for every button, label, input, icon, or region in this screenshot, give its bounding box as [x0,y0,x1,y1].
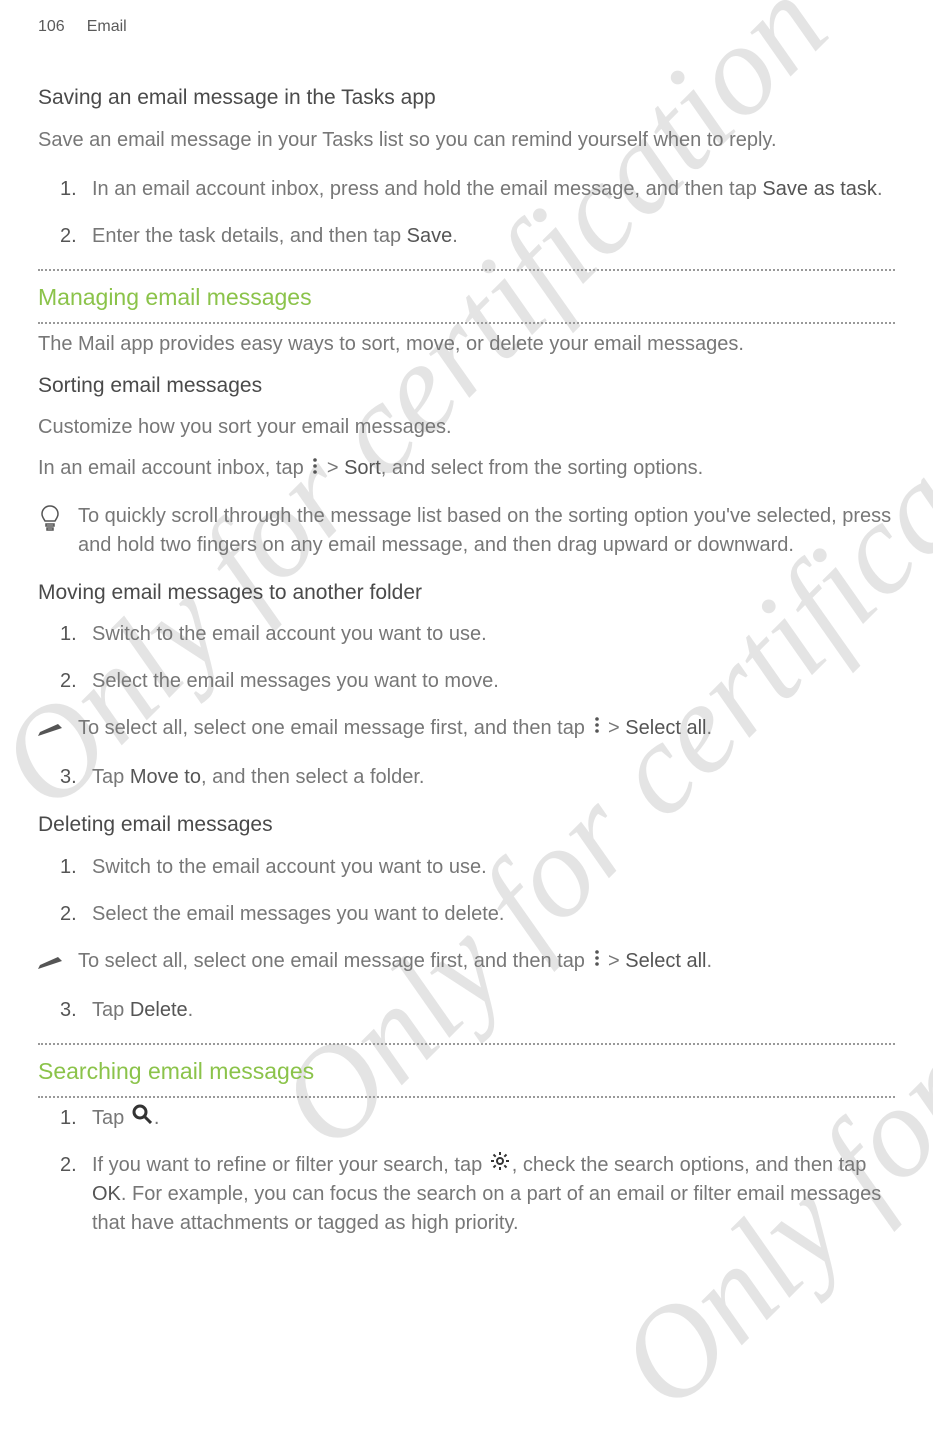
pencil-icon [38,949,62,978]
list-deleting: Switch to the email account you want to … [60,853,895,929]
intro-saving-task: Save an email message in your Tasks list… [38,126,895,155]
page-header: 106 Email [38,15,895,38]
text: , and then select a folder. [201,766,425,788]
list-item: Switch to the email account you want to … [60,853,895,882]
list-item: Tap . [60,1104,895,1133]
tip-text: To select all, select one email message … [78,714,895,743]
text: . [877,178,883,200]
text: Tap [92,999,130,1021]
text: > [321,457,344,479]
list-item: Tap Move to, and then select a folder. [60,763,895,792]
more-icon [311,455,319,484]
bold-text: Save [407,225,453,247]
list-moving-cont: Tap Move to, and then select a folder. [60,763,895,792]
text: . [154,1107,160,1129]
bold-text: OK [92,1183,121,1205]
text: > [603,717,626,739]
text: . [706,717,712,739]
heading-managing: Managing email messages [38,281,895,314]
text: , and select from the sorting options. [381,457,703,479]
bold-text: Sort [344,457,381,479]
text: Enter the task details, and then tap [92,225,407,247]
more-icon [593,947,601,976]
text: If you want to refine or filter your sea… [92,1154,488,1176]
text: > [603,950,626,972]
settings-icon [490,1151,510,1180]
heading-searching: Searching email messages [38,1055,895,1088]
text: . [188,999,194,1021]
subheading-deleting: Deleting email messages [38,810,895,840]
list-item: Select the email messages you want to mo… [60,667,895,696]
bold-text: Save as task [762,178,877,200]
tip-select-all-2: To select all, select one email message … [38,947,895,978]
text: Tap [92,1107,130,1129]
list-deleting-cont: Tap Delete. [60,996,895,1025]
list-saving-task: In an email account inbox, press and hol… [60,175,895,251]
tip-text: To select all, select one email message … [78,947,895,976]
text: . [706,950,712,972]
text: Tap [92,766,130,788]
bold-text: Select all [625,717,706,739]
heading-saving-task: Saving an email message in the Tasks app [38,83,895,113]
bold-text: Move to [130,766,201,788]
page-content: 106 Email Saving an email message in the… [0,0,933,1286]
list-searching: Tap . If you want to refine or filter yo… [60,1104,895,1238]
divider [38,322,895,324]
page-number: 106 [38,15,65,38]
bold-text: Delete [130,999,188,1021]
pencil-icon [38,716,62,745]
text: . [452,225,458,247]
subheading-moving: Moving email messages to another folder [38,578,895,608]
divider [38,1043,895,1045]
bulb-icon [38,504,62,543]
list-item: Enter the task details, and then tap Sav… [60,222,895,251]
text: To select all, select one email message … [78,717,591,739]
list-item: In an email account inbox, press and hol… [60,175,895,204]
tip-select-all-1: To select all, select one email message … [38,714,895,745]
search-icon [132,1104,152,1133]
text-sorting-2: In an email account inbox, tap > Sort, a… [38,454,895,483]
tip-text: To quickly scroll through the message li… [78,502,895,560]
bold-text: Select all [625,950,706,972]
list-item: Select the email messages you want to de… [60,900,895,929]
divider [38,269,895,271]
list-item: Switch to the email account you want to … [60,620,895,649]
section-name: Email [87,15,127,38]
more-icon [593,714,601,743]
list-item: Tap Delete. [60,996,895,1025]
list-item: If you want to refine or filter your sea… [60,1151,895,1238]
text-sorting-1: Customize how you sort your email messag… [38,413,895,442]
text: In an email account inbox, press and hol… [92,178,762,200]
divider [38,1096,895,1098]
tip-scroll: To quickly scroll through the message li… [38,502,895,560]
text: . For example, you can focus the search … [92,1183,881,1234]
list-moving: Switch to the email account you want to … [60,620,895,696]
text: In an email account inbox, tap [38,457,309,479]
subheading-sorting: Sorting email messages [38,371,895,401]
intro-managing: The Mail app provides easy ways to sort,… [38,330,895,359]
text: , check the search options, and then tap [512,1154,867,1176]
text: To select all, select one email message … [78,950,591,972]
